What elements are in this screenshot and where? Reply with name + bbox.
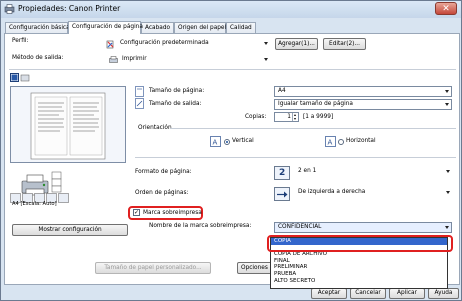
profile-value: Configuración predeterminada [120,40,209,46]
page-order-label: Orden de páginas: [135,190,189,196]
profile-icon [106,40,114,49]
help-button[interactable]: Ayuda [428,288,459,299]
printer-properties-window: Propiedades: Canon Printer ✕ Configuraci… [0,0,462,301]
page-size-label: Tamaño de página: [149,88,205,94]
watermark-label: Marca sobreimpresa [143,210,202,216]
vertical-radio[interactable] [224,139,230,145]
page-format-label: Formato de página: [135,169,192,175]
chevron-down-icon [445,103,449,106]
profile-label: Perfil: [12,38,29,44]
window-title: Propiedades: Canon Printer [18,4,121,13]
chevron-down-icon [445,90,449,93]
add-profile-button[interactable]: Agregar(1)... [275,38,318,50]
page-format-select[interactable]: 2 en 1 [295,167,452,179]
page-preview [10,86,126,163]
printer-icon [4,4,15,14]
watermark-name-select[interactable]: CONFIDENCIAL [274,222,452,233]
preview-caption: A4 [Escala: Auto] [12,201,57,207]
output-method-label: Método de salida: [12,55,64,61]
separator [170,128,456,129]
profile-select[interactable]: Configuración predeterminada [117,39,270,50]
custom-paper-size-button[interactable]: Tamaño de papel personalizado... [95,262,211,274]
page-size-value: A4 [278,88,286,94]
tab-finishing[interactable]: Acabado [141,22,174,33]
tab-basic-settings[interactable]: Configuración básica [5,22,70,33]
preview-mode-icon[interactable] [10,73,32,82]
cancel-button[interactable]: Cancelar [350,288,386,299]
tab-paper-source[interactable]: Origen del papel [174,22,226,33]
accept-button[interactable]: Aceptar [311,288,347,299]
show-settings-button[interactable]: Mostrar configuración [12,224,128,236]
watermark-name-value: CONFIDENCIAL [278,224,322,230]
page-order-value: De izquierda a derecha [298,189,366,195]
page-size-icon [135,86,144,97]
spinner-arrows-icon[interactable]: ▴ ▾ [292,113,297,121]
page-format-icon: 2 [274,166,290,180]
vertical-label: Vertical [232,138,254,144]
watermark-option[interactable]: PRUEBA [271,271,447,278]
copies-value: 1 [287,114,291,120]
copies-spinner[interactable]: 1 ▴ ▾ [274,112,299,122]
output-method-select[interactable]: Imprimir [119,55,270,66]
orientation-label: Orientación [138,125,172,131]
output-size-label: Tamaño de salida: [149,101,202,107]
portrait-icon: A [210,136,221,147]
separator [135,157,456,158]
arrow-right-icon [277,191,288,198]
copia-highlight [267,235,453,252]
stack-icon [51,171,62,193]
watermark-checkbox[interactable]: ✓ [133,209,140,216]
horizontal-label: Horizontal [346,138,376,144]
output-size-icon [135,98,144,109]
watermark-option[interactable]: FINAL [271,258,447,265]
chevron-down-icon [264,58,268,61]
watermark-option[interactable]: COPIA DE ARCHIVO [271,251,447,258]
chevron-down-icon [446,191,450,194]
svg-text:A: A [213,139,218,147]
chevron-down-icon [264,42,268,45]
output-method-value: Imprimir [122,56,147,62]
landscape-icon: A [325,136,336,147]
tab-page-setup[interactable]: Configuración de página [68,21,143,34]
chevron-down-icon [446,170,450,173]
copies-label: Copias: [245,114,267,120]
copies-range: [1 a 9999] [303,114,334,120]
svg-text:A: A [328,139,333,147]
two-up-page-preview [30,92,106,160]
page-options-button[interactable]: Opciones de p [237,262,273,274]
page-format-value: 2 en 1 [298,168,317,174]
page-format-number: 2 [279,168,286,178]
apply-button[interactable]: Aplicar [389,288,425,299]
tab-quality[interactable]: Calidad [226,22,256,33]
title-bar: Propiedades: Canon Printer ✕ [1,1,461,18]
print-icon [109,56,118,63]
close-button[interactable]: ✕ [435,2,457,15]
output-size-value: Igualar tamaño de página [278,101,353,107]
page-size-select[interactable]: A4 [274,86,452,97]
output-size-select[interactable]: Igualar tamaño de página [274,99,452,110]
chevron-down-icon [445,226,449,229]
page-order-icon [274,187,290,201]
separator [9,69,456,70]
edit-profile-button[interactable]: Editar(2)... [323,38,366,50]
watermark-name-label: Nombre de la marca sobreimpresa: [149,223,252,229]
page-order-select[interactable]: De izquierda a derecha [295,188,452,200]
horizontal-radio[interactable] [338,139,344,145]
watermark-option[interactable]: ALTO SECRETO [271,278,447,285]
watermark-option[interactable]: PRELIMINAR [271,264,447,271]
